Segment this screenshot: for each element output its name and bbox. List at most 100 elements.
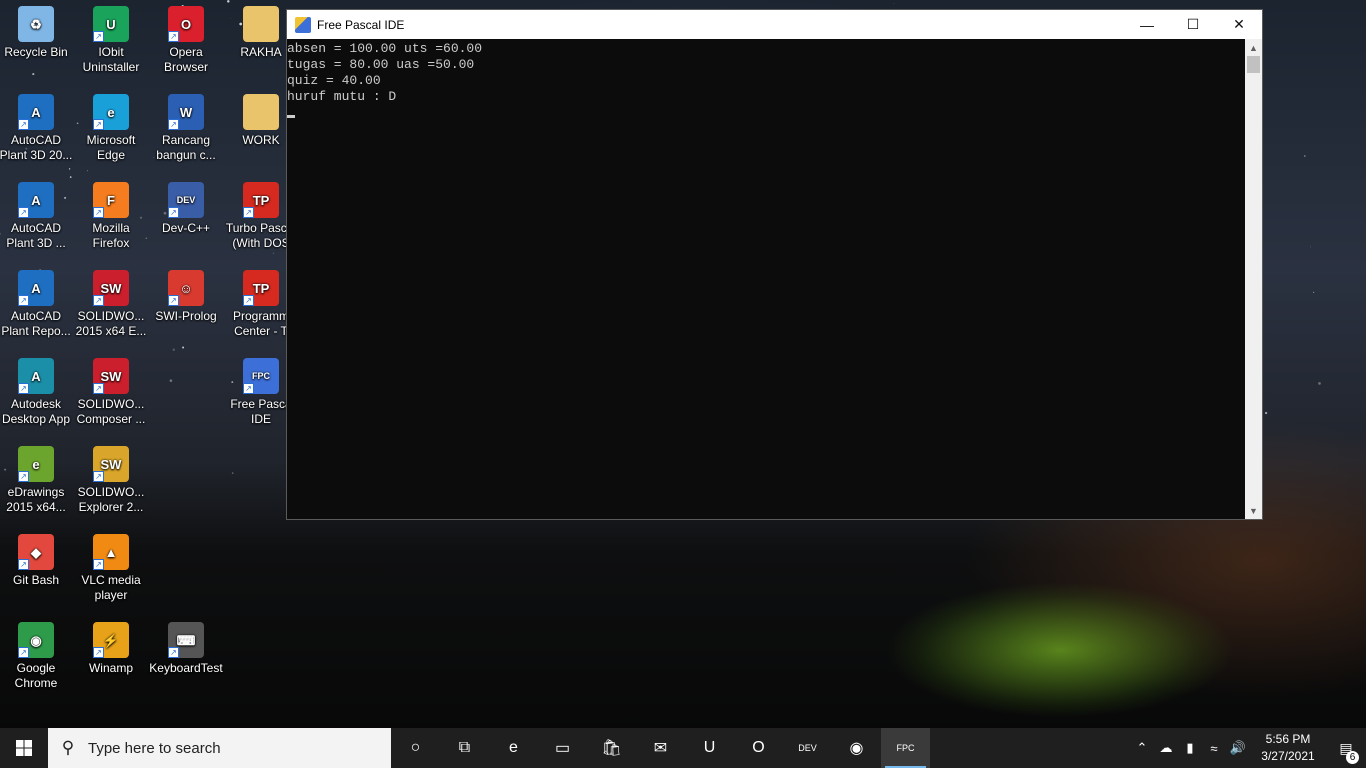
free-pascal-icon (295, 16, 311, 33)
desktop-icon[interactable]: W ↗ Rancang bangun c... (148, 90, 224, 176)
console-output[interactable]: absen = 100.00 uts =60.00 tugas = 80.00 u… (287, 39, 1245, 519)
desktop-icon[interactable]: e ↗ Microsoft Edge (73, 90, 149, 176)
shortcut-arrow-icon: ↗ (18, 471, 29, 482)
maximize-button[interactable]: ☐ (1170, 10, 1216, 39)
chevron-up-icon[interactable]: ⌃ (1130, 740, 1154, 756)
shortcut-arrow-icon: ↗ (168, 647, 179, 658)
action-center-button[interactable]: ▤ 6 (1326, 740, 1366, 764)
onedrive-cloud-icon[interactable]: ☁ (1154, 740, 1178, 756)
desktop-icon-label: AutoCAD Plant 3D 20... (0, 133, 73, 162)
word-document-icon: W ↗ (168, 94, 204, 130)
swi-prolog-icon: ☺ ↗ (168, 270, 204, 306)
solidworks-icon: SW ↗ (93, 270, 129, 306)
wifi-icon[interactable]: ≈ (1202, 741, 1226, 756)
taskbar-mail-button[interactable]: ✉ (636, 728, 685, 768)
desktop-icon[interactable]: ♻ Recycle Bin (0, 2, 74, 88)
volume-icon[interactable]: 🔊 (1226, 740, 1250, 756)
desktop-icon-label: Recycle Bin (4, 45, 68, 59)
desktop-icon[interactable]: e ↗ eDrawings 2015 x64... (0, 442, 74, 528)
battery-icon[interactable]: ▮ (1178, 740, 1202, 756)
window-titlebar[interactable]: Free Pascal IDE — ☐ ✕ (287, 10, 1262, 39)
recycle-bin-icon: ♻ (18, 6, 54, 42)
vertical-scrollbar[interactable]: ▲ ▼ (1245, 39, 1262, 519)
desktop-icon[interactable]: A ↗ AutoCAD Plant Repo... (0, 266, 74, 352)
shortcut-arrow-icon: ↗ (18, 119, 29, 130)
scroll-up-arrow-icon[interactable]: ▲ (1245, 39, 1262, 56)
desktop-icon-label: AutoCAD Plant 3D ... (6, 221, 66, 250)
desktop-icon[interactable]: F ↗ Mozilla Firefox (73, 178, 149, 264)
desktop-icon-label: SOLIDWO... Composer ... (76, 397, 146, 426)
taskbar-task-view-button[interactable]: ⧉ (440, 728, 489, 768)
taskbar-microsoft-store-button[interactable]: 🛍 (587, 728, 636, 768)
taskbar-devcpp-button[interactable]: DEV (783, 728, 832, 768)
file-explorer-icon: ▭ (554, 740, 571, 757)
desktop-icon[interactable]: SW ↗ SOLIDWO... Explorer 2... (73, 442, 149, 528)
clock-time: 5:56 PM (1265, 732, 1311, 746)
devcpp-icon: DEV ↗ (168, 182, 204, 218)
autocad-plant-report-icon: A ↗ (18, 270, 54, 306)
desktop-icon[interactable]: O ↗ Opera Browser (148, 2, 224, 88)
desktop-icon[interactable]: A ↗ AutoCAD Plant 3D ... (0, 178, 74, 264)
desktop-icon-label: eDrawings 2015 x64... (6, 485, 66, 514)
edge-icon: e (509, 739, 518, 756)
desktop-icon[interactable]: ☺ ↗ SWI-Prolog (148, 266, 224, 352)
desktop-icon-label: SWI-Prolog (155, 309, 217, 323)
notification-count: 6 (1346, 750, 1359, 764)
taskbar-cortana-button[interactable]: ○ (391, 728, 440, 768)
desktop-icon-label: Autodesk Desktop App (1, 397, 71, 426)
search-box[interactable]: ⚲ Type here to search (48, 728, 391, 768)
solidworks-explorer-icon: SW ↗ (93, 446, 129, 482)
taskbar-free-pascal-button[interactable]: FPC (881, 728, 930, 768)
desktop-icon[interactable]: A ↗ AutoCAD Plant 3D 20... (0, 90, 74, 176)
taskbar-chrome-button[interactable]: ◉ (832, 728, 881, 768)
cortana-icon: ○ (410, 739, 421, 756)
taskbar-opera-button[interactable]: O (734, 728, 783, 768)
autocad-plant3d-icon: A ↗ (18, 182, 54, 218)
iobit-uninstaller-icon: U ↗ (93, 6, 129, 42)
desktop-icon[interactable]: ◆ ↗ Git Bash (0, 530, 74, 616)
shortcut-arrow-icon: ↗ (93, 207, 104, 218)
chrome-icon: ◉ (849, 740, 864, 757)
desktop-icon[interactable]: A ↗ Autodesk Desktop App (0, 354, 74, 440)
scroll-thumb[interactable] (1247, 56, 1260, 73)
minimize-button[interactable]: — (1124, 10, 1170, 39)
git-bash-icon: ◆ ↗ (18, 534, 54, 570)
shortcut-arrow-icon: ↗ (243, 383, 254, 394)
desktop-icon[interactable]: ⌨ ↗ KeyboardTest (148, 618, 224, 704)
taskbar-edge-button[interactable]: e (489, 728, 538, 768)
opera-icon: O ↗ (168, 6, 204, 42)
shortcut-arrow-icon: ↗ (243, 295, 254, 306)
desktop-icon-label: Google Chrome (14, 661, 58, 690)
shortcut-arrow-icon: ↗ (18, 295, 29, 306)
solidworks-composer-icon: SW ↗ (93, 358, 129, 394)
shortcut-arrow-icon: ↗ (18, 207, 29, 218)
taskbar-file-explorer-button[interactable]: ▭ (538, 728, 587, 768)
edrawings-icon: e ↗ (18, 446, 54, 482)
opera-icon: O (752, 739, 765, 756)
search-placeholder: Type here to search (88, 739, 221, 757)
taskbar: ⚲ Type here to search ○ ⧉ e ▭ 🛍 ✉ U O DEV ◉ FPC ⌃ … (0, 728, 1366, 768)
shortcut-arrow-icon: ↗ (93, 559, 104, 570)
start-button[interactable] (0, 728, 48, 768)
desktop-icon[interactable]: ⚡ ↗ Winamp (73, 618, 149, 704)
free-pascal-icon: FPC (896, 743, 915, 753)
desktop-icon[interactable]: ▲ ↗ VLC media player (73, 530, 149, 616)
console-line: absen = 100.00 uts =60.00 (287, 41, 483, 56)
desktop-icon[interactable]: SW ↗ SOLIDWO... 2015 x64 E... (73, 266, 149, 352)
desktop-icon[interactable]: ◉ ↗ Google Chrome (0, 618, 74, 704)
autocad-plant3d-icon: A ↗ (18, 94, 54, 130)
close-button[interactable]: ✕ (1216, 10, 1262, 39)
task-view-icon: ⧉ (458, 739, 471, 756)
autodesk-icon: A ↗ (18, 358, 54, 394)
taskbar-iobit-uninstaller-button[interactable]: U (685, 728, 734, 768)
desktop-icon[interactable]: U ↗ IObit Uninstaller (73, 2, 149, 88)
desktop-icon-label: SOLIDWO... 2015 x64 E... (75, 309, 147, 338)
folder-icon (243, 94, 279, 130)
desktop-icon[interactable]: DEV ↗ Dev-C++ (148, 178, 224, 264)
desktop-icon[interactable]: SW ↗ SOLIDWO... Composer ... (73, 354, 149, 440)
shortcut-arrow-icon: ↗ (18, 647, 29, 658)
clock[interactable]: 5:56 PM 3/27/2021 (1250, 731, 1326, 765)
free-pascal-ide-window[interactable]: Free Pascal IDE — ☐ ✕ absen = 100.00 uts… (286, 9, 1263, 520)
scroll-down-arrow-icon[interactable]: ▼ (1245, 502, 1262, 519)
shortcut-arrow-icon: ↗ (93, 647, 104, 658)
